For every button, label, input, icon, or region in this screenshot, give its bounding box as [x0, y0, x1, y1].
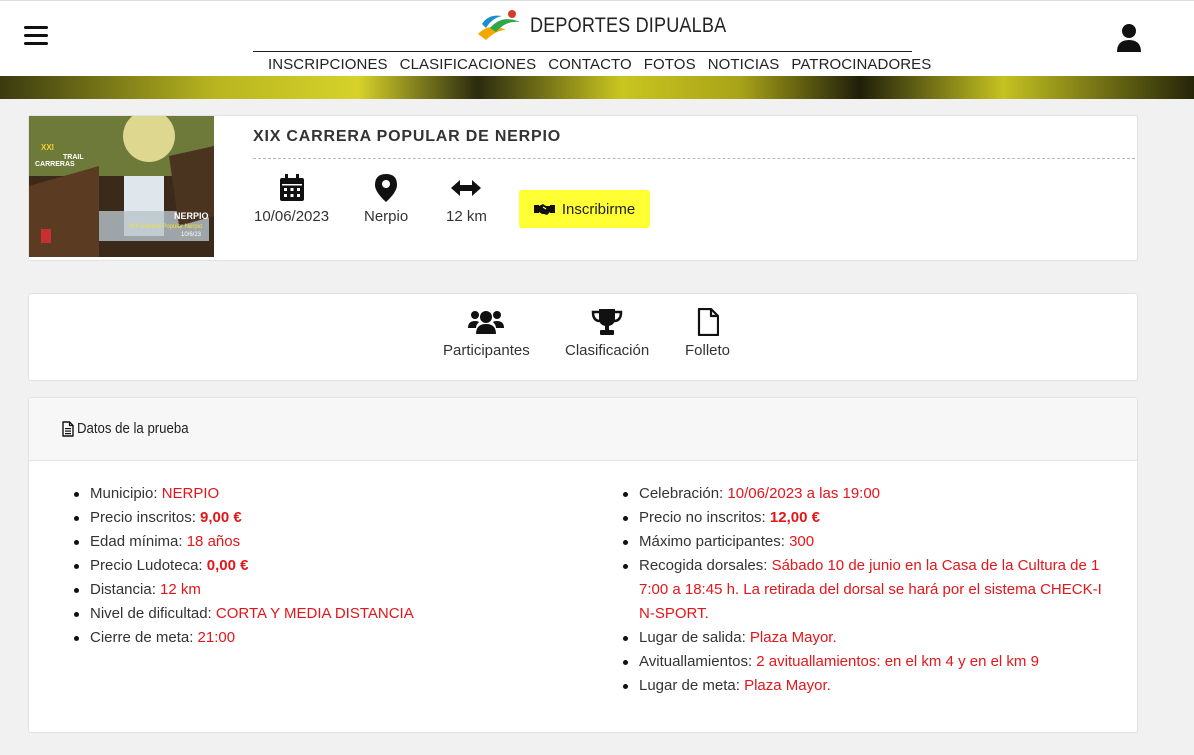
event-location-text: Nerpio — [364, 208, 409, 225]
runner-logo-icon — [478, 10, 520, 40]
file-icon — [697, 308, 719, 336]
detail-value: 300 — [789, 533, 815, 550]
detail-label: Precio Ludoteca: — [90, 557, 207, 574]
detail-value: 0,00 € — [206, 557, 249, 574]
event-date: 10/06/2023 — [254, 174, 329, 225]
calendar-icon — [279, 174, 304, 201]
main-nav: INSCRIPCIONES CLASIFICACIONES CONTACTO F… — [268, 56, 943, 73]
trophy-icon — [591, 309, 623, 335]
nav-item-fotos[interactable]: FOTOS — [644, 56, 696, 73]
handshake-icon — [533, 204, 555, 215]
detail-item: Lugar de salida: Plaza Mayor. — [620, 626, 1110, 650]
detail-label: Celebración: — [639, 485, 728, 502]
detail-value: 18 años — [186, 533, 241, 550]
poster-text-3: TRAIL — [63, 154, 84, 161]
nav-item-clasificaciones[interactable]: CLASIFICACIONES — [400, 56, 537, 73]
detail-label: Precio no inscritos: — [639, 509, 770, 526]
nav-divider — [253, 51, 912, 52]
nav-item-noticias[interactable]: NOTICIAS — [708, 56, 780, 73]
detail-item: Máximo participantes: 300 — [620, 530, 1110, 554]
detail-item: Cierre de meta: 21:00 — [71, 626, 591, 650]
event-divider — [253, 158, 1135, 159]
hamburger-menu-icon[interactable] — [24, 26, 48, 48]
brochure-link[interactable]: Folleto — [685, 308, 730, 359]
users-icon — [468, 311, 505, 334]
detail-value: 9,00 € — [200, 509, 242, 526]
detail-value: 2 avituallamientos: en el km 4 y en el k… — [756, 653, 1039, 670]
detail-label: Máximo participantes: — [639, 533, 790, 550]
participants-link[interactable]: Participantes — [443, 308, 530, 359]
event-links-card: Participantes Clasificación Folleto — [28, 293, 1138, 381]
detail-label: Cierre de meta: — [90, 629, 198, 646]
event-title: XIX CARRERA POPULAR DE NERPIO — [253, 128, 561, 145]
event-distance: 12 km — [446, 174, 487, 225]
detail-item: Recogida dorsales: Sábado 10 de junio en… — [620, 554, 1110, 626]
detail-label: Edad mínima: — [90, 533, 187, 550]
detail-value: Plaza Mayor. — [749, 629, 837, 646]
event-details-card: Datos de la prueba Municipio: NERPIO Pre… — [28, 397, 1138, 733]
site-logo[interactable]: DEPORTES DIPUALBA — [476, 7, 758, 45]
event-details-header: Datos de la prueba — [29, 398, 1137, 461]
event-location: Nerpio — [364, 174, 408, 225]
detail-label: Municipio: — [90, 485, 162, 502]
detail-label: Lugar de salida: — [639, 629, 750, 646]
detail-label: Recogida dorsales: — [639, 557, 772, 574]
detail-item: Edad mínima: 18 años — [71, 530, 591, 554]
event-poster-image[interactable]: XXI CARRERAS TRAIL NERPIO XIX Carrera Po… — [29, 116, 214, 257]
register-button-label: Inscribirme — [561, 200, 636, 218]
detail-value: 12 km — [160, 581, 201, 598]
event-distance-text: 12 km — [446, 208, 487, 225]
document-icon — [62, 420, 74, 437]
poster-text-2: CARRERAS — [35, 161, 75, 168]
detail-value: 10/06/2023 a las 19:00 — [727, 485, 881, 502]
brochure-link-label: Folleto — [685, 342, 731, 359]
event-date-text: 10/06/2023 — [254, 208, 330, 225]
site-logo-text: DEPORTES DIPUALBA — [530, 14, 727, 37]
detail-label: Avituallamientos: — [639, 653, 757, 670]
participants-link-label: Participantes — [443, 342, 530, 359]
detail-value: 21:00 — [197, 629, 236, 646]
detail-label: Lugar de meta: — [639, 677, 745, 694]
user-icon[interactable] — [1116, 23, 1142, 53]
detail-item: Distancia: 12 km — [71, 578, 591, 602]
poster-location: NERPIO — [174, 211, 209, 221]
detail-value: NERPIO — [161, 485, 220, 502]
ranking-link-label: Clasificación — [565, 342, 650, 359]
detail-item: Precio Ludoteca: 0,00 € — [71, 554, 591, 578]
horizontal-arrows-icon — [451, 180, 482, 196]
nav-item-patrocinadores[interactable]: PATROCINADORES — [791, 56, 931, 73]
detail-item: Nivel de dificultad: CORTA Y MEDIA DISTA… — [71, 602, 591, 626]
poster-date: 10/6/23 — [181, 232, 202, 238]
ranking-link[interactable]: Clasificación — [565, 308, 649, 359]
detail-item: Municipio: NERPIO — [71, 482, 591, 506]
detail-item: Precio inscritos: 9,00 € — [71, 506, 591, 530]
event-details-list-left: Municipio: NERPIO Precio inscritos: 9,00… — [71, 482, 591, 650]
detail-value: CORTA Y MEDIA DISTANCIA — [215, 605, 414, 622]
detail-label: Distancia: — [90, 581, 161, 598]
hero-banner-strip — [0, 76, 1194, 99]
poster-text-1: XXI — [41, 143, 54, 152]
detail-item: Precio no inscritos: 12,00 € — [620, 506, 1110, 530]
detail-value: Plaza Mayor. — [744, 677, 831, 694]
nav-item-contacto[interactable]: CONTACTO — [548, 56, 632, 73]
detail-item: Celebración: 10/06/2023 a las 19:00 — [620, 482, 1110, 506]
map-marker-icon — [375, 174, 398, 202]
poster-subtitle: XIX Carrera Popular Nerpio — [129, 224, 203, 230]
register-button[interactable]: Inscribirme — [519, 190, 650, 228]
detail-value: 12,00 € — [769, 509, 820, 526]
detail-item: Lugar de meta: Plaza Mayor. — [620, 674, 1110, 698]
detail-label: Nivel de dificultad: — [90, 605, 216, 622]
event-card: XXI CARRERAS TRAIL NERPIO XIX Carrera Po… — [28, 115, 1138, 261]
nav-item-inscripciones[interactable]: INSCRIPCIONES — [268, 56, 388, 73]
event-details-title: Datos de la prueba — [77, 420, 189, 437]
detail-label: Precio inscritos: — [90, 509, 201, 526]
detail-item: Avituallamientos: 2 avituallamientos: en… — [620, 650, 1110, 674]
event-details-list-right: Celebración: 10/06/2023 a las 19:00 Prec… — [620, 482, 1110, 698]
site-header: DEPORTES DIPUALBA INSCRIPCIONES CLASIFIC… — [0, 0, 1194, 76]
